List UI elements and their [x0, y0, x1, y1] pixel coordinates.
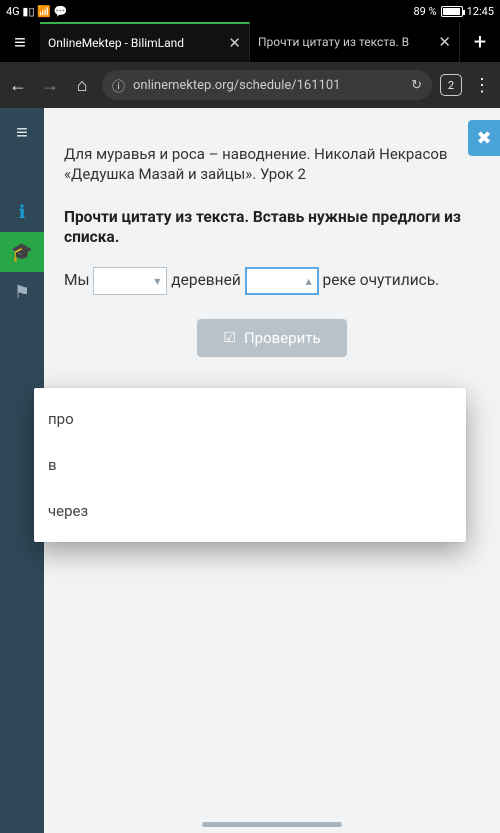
check-button[interactable]: ☑ Проверить [197, 319, 347, 357]
tab-count-button[interactable]: 2 [440, 74, 462, 96]
rail-flag-button[interactable]: ⚑ [0, 272, 44, 312]
site-info-icon[interactable]: ⓘ [112, 76, 125, 95]
check-icon: ☑ [223, 330, 236, 346]
close-icon[interactable]: ✕ [438, 33, 451, 51]
battery-icon [441, 6, 463, 17]
forward-button: → [38, 75, 62, 96]
overflow-menu-button[interactable]: ⋮ [470, 75, 494, 96]
chevron-down-icon: ▾ [154, 269, 160, 294]
preposition-dropdown[interactable]: про в через [34, 388, 466, 542]
home-button[interactable]: ⌂ [70, 75, 94, 96]
rail-lessons-button[interactable]: 🎓 [0, 232, 44, 272]
url-text: onlinemektep.org/schedule/161101 [133, 78, 403, 93]
tab-label: Прочти цитату из текста. В [258, 35, 432, 49]
lesson-title: Для муравья и роса – наводнение. Николай… [64, 144, 480, 185]
check-label: Проверить [244, 329, 321, 347]
battery-percent: 89 % [413, 5, 436, 18]
back-button[interactable]: ← [6, 75, 30, 96]
sentence-word: Мы [64, 271, 90, 289]
status-left: 4G ▮▯ 📶 💬 [6, 5, 67, 18]
browser-toolbar: ← → ⌂ ⓘ onlinemektep.org/schedule/161101… [0, 62, 500, 108]
tab-quote-task[interactable]: Прочти цитату из текста. В ✕ [250, 22, 460, 62]
new-tab-button[interactable]: + [460, 22, 500, 62]
dropdown-option[interactable]: через [34, 488, 466, 534]
android-status-bar: 4G ▮▯ 📶 💬 89 % 12:45 [0, 0, 500, 22]
close-icon[interactable]: ✕ [228, 34, 241, 52]
preposition-select-2[interactable]: ▴ [245, 267, 319, 295]
rail-menu-button[interactable]: ≡ [0, 112, 44, 152]
close-panel-button[interactable]: ✖ [468, 120, 500, 156]
tab-onlinemektep[interactable]: OnlineMektep - BilimLand ✕ [40, 22, 250, 62]
browser-menu-button[interactable]: ≡ [0, 22, 40, 62]
task-instruction: Прочти цитату из текста. Вставь нужные п… [64, 207, 480, 249]
clock: 12:45 [467, 5, 494, 18]
tab-label: OnlineMektep - BilimLand [48, 36, 222, 50]
fill-sentence: Мы ▾ деревней ▴ реке очутились. [64, 264, 480, 297]
reload-icon[interactable]: ↻ [411, 78, 422, 93]
gesture-nav-indicator [202, 822, 342, 827]
sentence-word: реке очутились. [322, 271, 439, 289]
chevron-up-icon: ▴ [306, 269, 312, 294]
sentence-word: деревней [171, 271, 240, 289]
address-bar[interactable]: ⓘ onlinemektep.org/schedule/161101 ↻ [102, 70, 432, 100]
browser-tab-strip: ≡ OnlineMektep - BilimLand ✕ Прочти цита… [0, 22, 500, 62]
dropdown-option[interactable]: в [34, 442, 466, 488]
rail-info-button[interactable]: ℹ [0, 192, 44, 232]
dropdown-option[interactable]: про [34, 396, 466, 442]
network-icons: 4G ▮▯ 📶 💬 [6, 5, 67, 18]
preposition-select-1[interactable]: ▾ [93, 267, 167, 295]
status-right: 89 % 12:45 [413, 5, 494, 18]
